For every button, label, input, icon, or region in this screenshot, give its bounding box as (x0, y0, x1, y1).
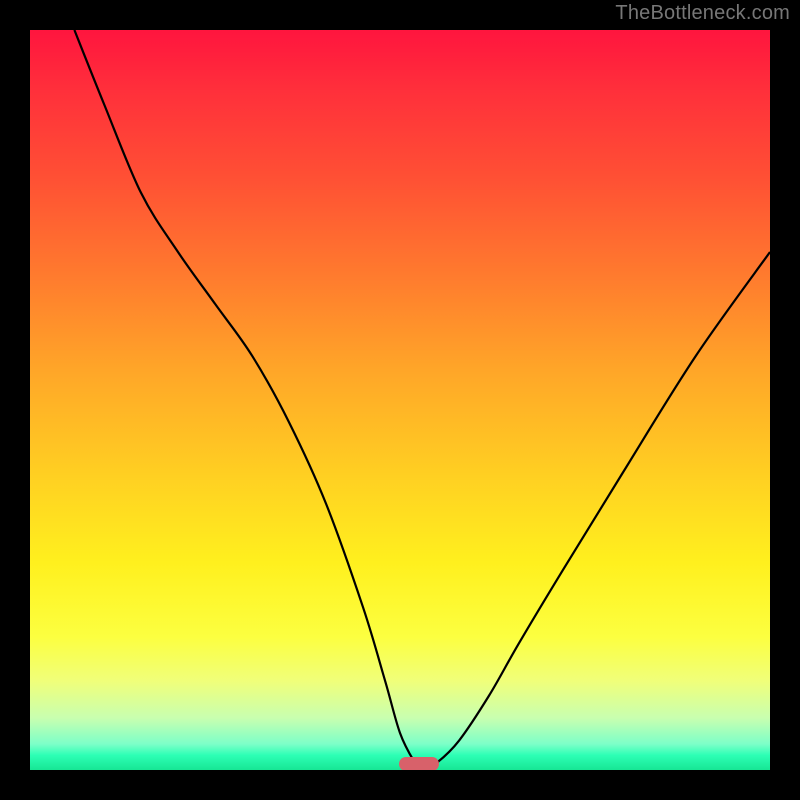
chart-frame: TheBottleneck.com (0, 0, 800, 800)
bottleneck-curve (30, 30, 770, 770)
watermark-text: TheBottleneck.com (615, 2, 790, 25)
curve-path (74, 30, 770, 770)
plot-area (30, 30, 770, 770)
optimal-marker (399, 757, 439, 770)
